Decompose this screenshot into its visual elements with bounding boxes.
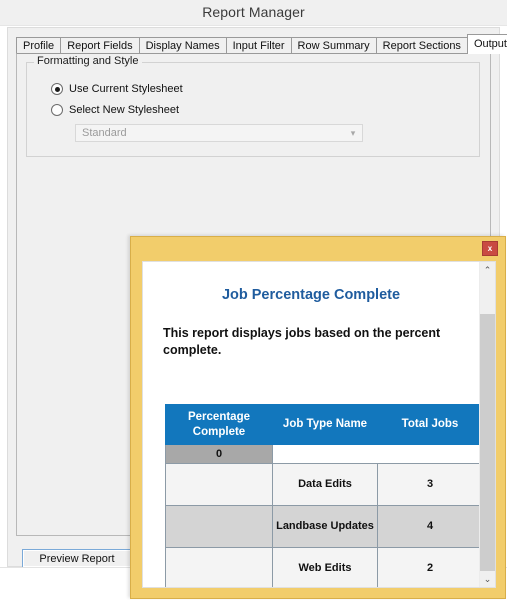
column-header-total-jobs: Total Jobs <box>377 404 479 445</box>
tab-display-names[interactable]: Display Names <box>138 37 227 54</box>
report-preview-content: Job Percentage Complete This report disp… <box>142 261 496 588</box>
cell-percentage-complete <box>165 547 273 587</box>
report-description: This report displays jobs based on the p… <box>163 326 441 357</box>
radio-select-new-stylesheet-label: Select New Stylesheet <box>69 104 180 116</box>
scroll-up-icon[interactable]: ⌃ <box>480 262 495 278</box>
chevron-down-icon: ▾ <box>350 127 356 138</box>
radio-unselected-icon <box>51 104 63 116</box>
column-header-percentage-complete: Percentage Complete <box>165 404 273 445</box>
tab-report-sections[interactable]: Report Sections <box>375 37 468 54</box>
table-row: 0 <box>165 444 479 464</box>
stylesheet-dropdown[interactable]: Standard ▾ <box>75 124 363 142</box>
cell-total-jobs: 4 <box>377 505 479 548</box>
tab-profile[interactable]: Profile <box>16 37 62 54</box>
cell-percentage-complete <box>165 463 273 506</box>
tab-output-style[interactable]: Output Style <box>466 34 507 54</box>
cell-group-percentage: 0 <box>165 444 273 464</box>
window-titlebar: Report Manager <box>0 0 507 26</box>
scroll-down-icon[interactable]: ⌄ <box>480 571 495 587</box>
tab-report-fields[interactable]: Report Fields <box>60 37 140 54</box>
page-title: Report Manager <box>202 4 305 20</box>
table-header-row: Percentage Complete Job Type Name Total … <box>165 404 479 445</box>
report-manager-window: Report Manager Profile Report Fields Dis… <box>0 0 507 600</box>
radio-use-current-stylesheet[interactable]: Use Current Stylesheet <box>51 83 183 95</box>
groupbox-legend: Formatting and Style <box>34 55 142 67</box>
cell-group-blank <box>272 444 479 464</box>
column-header-job-type-name: Job Type Name <box>272 404 378 445</box>
table-row: Data Edits 3 <box>165 463 479 506</box>
radio-use-current-stylesheet-label: Use Current Stylesheet <box>69 83 183 95</box>
cell-total-jobs: 2 <box>377 547 479 587</box>
tab-row-summary[interactable]: Row Summary <box>290 37 377 54</box>
cell-percentage-complete <box>165 505 273 548</box>
cell-total-jobs: 3 <box>377 463 479 506</box>
report-title: Job Percentage Complete <box>221 287 401 303</box>
radio-select-new-stylesheet[interactable]: Select New Stylesheet <box>51 104 179 116</box>
report-preview-popup: x Job Percentage Complete This report di… <box>130 236 506 599</box>
cell-job-type-name: Data Edits <box>272 463 378 506</box>
formatting-and-style-groupbox: Formatting and Style Use Current Stylesh… <box>26 55 480 157</box>
report-document: Job Percentage Complete This report disp… <box>143 262 479 587</box>
close-icon[interactable]: x <box>482 241 498 256</box>
stylesheet-dropdown-value: Standard <box>82 127 127 139</box>
radio-selected-icon <box>51 83 63 95</box>
cell-job-type-name: Web Edits <box>272 547 378 587</box>
report-table: Percentage Complete Job Type Name Total … <box>165 404 479 587</box>
table-row: Web Edits 2 <box>165 547 479 587</box>
table-row: Landbase Updates 4 <box>165 505 479 548</box>
preview-report-button[interactable]: Preview Report <box>22 549 132 568</box>
tabstrip: Profile Report Fields Display Names Inpu… <box>16 34 507 54</box>
vertical-scrollbar[interactable]: ⌃ ⌄ <box>479 262 495 587</box>
cell-job-type-name: Landbase Updates <box>272 505 378 548</box>
tab-input-filter[interactable]: Input Filter <box>225 37 292 54</box>
scrollbar-thumb[interactable] <box>480 278 495 314</box>
